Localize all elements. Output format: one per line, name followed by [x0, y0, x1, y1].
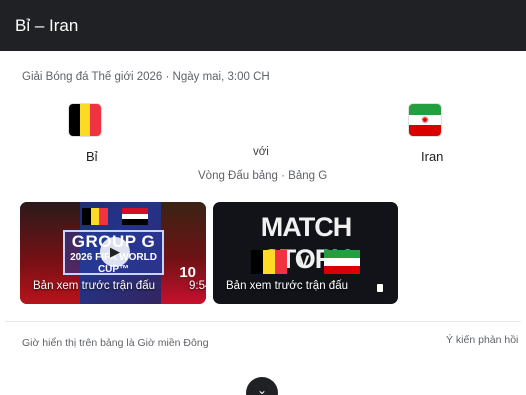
video-duration: 9:54 [189, 280, 206, 292]
feedback-link[interactable]: Ý kiến phản hồi [446, 334, 518, 346]
away-team-name[interactable]: Iran [421, 149, 443, 164]
play-icon[interactable]: ▶ [100, 237, 130, 267]
chevron-down-icon: ⌄ [256, 383, 268, 395]
match-meta[interactable]: Giải Bóng đá Thế giới 2026 · Ngày mai, 3… [22, 71, 270, 83]
egypt-flag-icon [122, 208, 148, 226]
belgium-flag-icon [82, 208, 109, 225]
header-bar: Bỉ – Iran [0, 0, 526, 51]
home-team-name[interactable]: Bỉ [86, 149, 98, 164]
versus-label: với [253, 146, 269, 158]
page-title: Bỉ – Iran [15, 16, 79, 35]
overlay-vs: V [298, 252, 310, 271]
player-number: 10 [179, 264, 196, 281]
shorts-icon [377, 284, 383, 292]
video-card-match-story[interactable]: MATCH STORY V Bản xem trước trận đấu [213, 202, 398, 304]
timezone-note: Giờ hiển thị trên bảng là Giờ miền Đông [22, 337, 209, 349]
video-caption: Bản xem trước trận đấu [226, 280, 348, 292]
video-caption: Bản xem trước trận đấu [33, 280, 155, 292]
iran-flag-icon [324, 250, 360, 274]
divider [5, 321, 521, 322]
iran-flag-icon[interactable]: ✺ [409, 104, 441, 136]
belgium-flag-icon [251, 250, 287, 274]
video-card-preview[interactable]: 10 GROUP G 2026 FIFA WORLD CUP™ ▶ Bản xe… [20, 202, 206, 304]
match-stage: Vòng Đấu bảng · Bảng G [198, 170, 328, 182]
belgium-flag-icon[interactable] [69, 104, 101, 136]
